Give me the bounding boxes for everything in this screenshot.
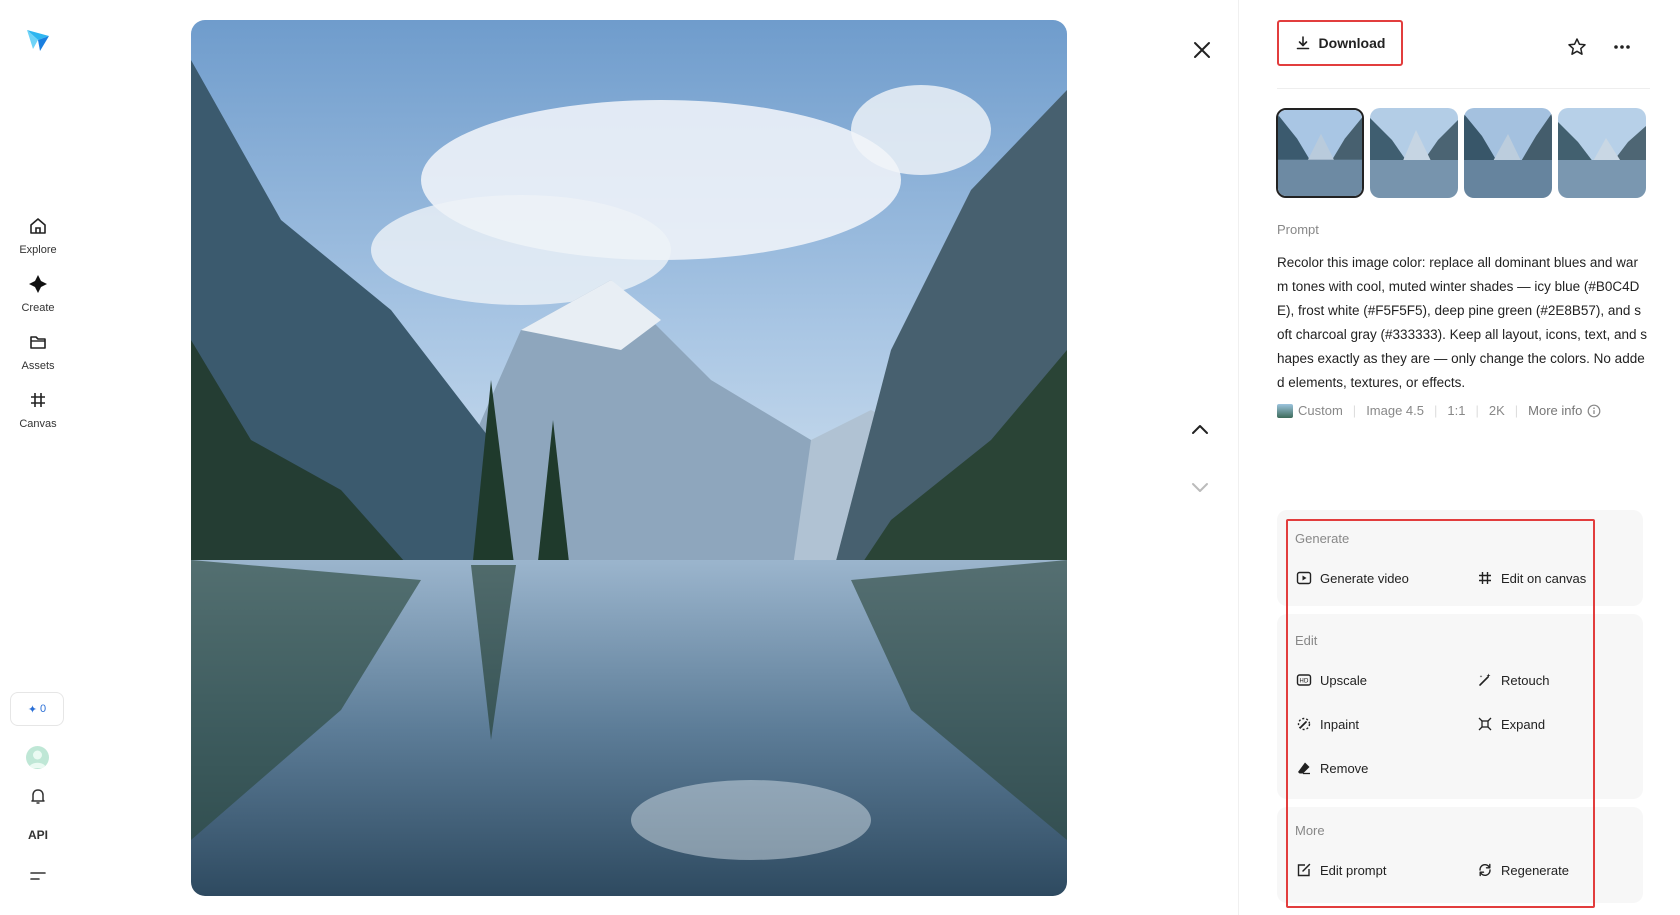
inpaint-label: Inpaint — [1320, 716, 1360, 732]
more-options-icon[interactable] — [1612, 37, 1632, 57]
folder-icon — [30, 336, 46, 349]
panel-divider — [1238, 0, 1239, 915]
nav-item-assets[interactable]: Assets — [0, 332, 76, 374]
regenerate-icon — [1479, 863, 1491, 877]
sparkle-icon — [29, 275, 47, 293]
variant-thumbnail[interactable] — [1558, 108, 1646, 198]
nav-label-canvas: Canvas — [19, 418, 57, 430]
download-button[interactable]: Download — [1277, 20, 1403, 66]
meta-style: Custom — [1298, 403, 1343, 418]
edit-prompt-icon — [1297, 863, 1311, 877]
svg-text:HD: HD — [1299, 678, 1309, 685]
retouch-button[interactable]: Retouch — [1477, 672, 1549, 688]
generate-video-button[interactable]: Generate video — [1296, 570, 1409, 586]
section-title-edit: Edit — [1295, 633, 1318, 648]
section-title-more: More — [1295, 823, 1325, 838]
style-thumbnail-icon — [1277, 403, 1293, 418]
variant-thumbnail[interactable] — [1464, 108, 1552, 198]
nav-label-explore: Explore — [19, 244, 57, 256]
credits-badge[interactable]: ✦ 0 — [10, 692, 64, 726]
close-icon[interactable] — [1190, 38, 1214, 62]
video-icon — [1296, 571, 1312, 585]
regenerate-label: Regenerate — [1501, 862, 1569, 878]
download-label: Download — [1318, 35, 1386, 51]
variant-thumbnails — [1276, 108, 1646, 198]
star-icon[interactable] — [1567, 37, 1587, 57]
left-nav-rail: Explore Create Assets Canvas ✦ 0 API — [0, 0, 76, 915]
bell-icon[interactable] — [28, 786, 48, 806]
canvas-icon — [1479, 572, 1491, 584]
hd-icon: HD — [1296, 674, 1312, 686]
info-icon[interactable] — [1587, 404, 1601, 418]
header-divider — [1277, 88, 1650, 89]
nav-item-create[interactable]: Create — [0, 274, 76, 316]
chevron-up-icon[interactable] — [1188, 418, 1212, 442]
home-icon — [30, 218, 46, 234]
download-icon — [1296, 36, 1309, 50]
api-link[interactable]: API — [0, 828, 76, 842]
meta-ratio: 1:1 — [1447, 403, 1466, 418]
expand-icon — [1478, 717, 1492, 731]
prompt-label: Prompt — [1277, 222, 1319, 237]
expand-label: Expand — [1501, 716, 1546, 732]
remove-button[interactable]: Remove — [1296, 760, 1368, 776]
eraser-icon — [1298, 762, 1310, 775]
meta-resolution: 2K — [1488, 403, 1505, 418]
generation-meta: Custom | Image 4.5 | 1:1 | 2K | More inf… — [1277, 403, 1601, 418]
inpaint-brush-icon — [1297, 717, 1311, 731]
expand-button[interactable]: Expand — [1477, 716, 1545, 732]
variant-thumbnail[interactable] — [1276, 108, 1364, 198]
credits-count: 0 — [40, 703, 47, 715]
nav-item-canvas[interactable]: Canvas — [0, 390, 76, 432]
retouch-label: Retouch — [1501, 672, 1550, 688]
magic-wand-icon — [1479, 673, 1491, 686]
regenerate-button[interactable]: Regenerate — [1477, 862, 1569, 878]
nav-label-create: Create — [21, 302, 55, 314]
menu-icon[interactable] — [29, 868, 47, 884]
chevron-down-icon[interactable] — [1188, 475, 1212, 499]
variant-thumbnail[interactable] — [1370, 108, 1458, 198]
edit-prompt-button[interactable]: Edit prompt — [1296, 862, 1386, 878]
nav-label-assets: Assets — [21, 360, 55, 372]
edit-prompt-label: Edit prompt — [1320, 862, 1387, 878]
app-logo[interactable] — [25, 27, 51, 53]
edit-on-canvas-button[interactable]: Edit on canvas — [1477, 570, 1586, 586]
canvas-icon — [31, 393, 45, 407]
section-title-generate: Generate — [1295, 531, 1350, 546]
prompt-text: Recolor this image color: replace all do… — [1277, 255, 1647, 390]
more-info-link[interactable]: More info — [1528, 403, 1582, 418]
inpaint-button[interactable]: Inpaint — [1296, 716, 1359, 732]
main-generated-image[interactable] — [191, 20, 1067, 896]
generate-video-label: Generate video — [1320, 570, 1409, 586]
upscale-label: Upscale — [1320, 672, 1367, 688]
nav-item-explore[interactable]: Explore — [0, 216, 76, 258]
avatar[interactable] — [26, 746, 49, 769]
remove-label: Remove — [1320, 760, 1369, 776]
upscale-button[interactable]: HD Upscale — [1296, 672, 1367, 688]
sparkle-small-icon: ✦ — [27, 703, 38, 716]
edit-on-canvas-label: Edit on canvas — [1501, 570, 1587, 586]
meta-model: Image 4.5 — [1366, 403, 1425, 418]
